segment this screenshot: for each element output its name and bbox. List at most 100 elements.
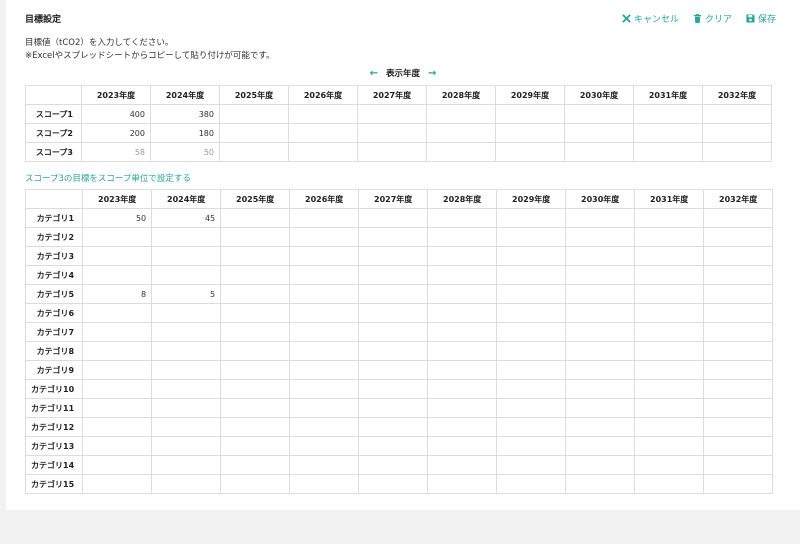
target-value-cell[interactable]	[151, 265, 222, 285]
target-value-cell[interactable]: 8	[82, 284, 153, 304]
target-value-cell[interactable]	[427, 303, 498, 323]
target-value-cell[interactable]	[82, 379, 153, 399]
target-value-cell[interactable]	[565, 322, 636, 342]
target-value-cell[interactable]	[151, 227, 222, 247]
target-value-cell[interactable]	[703, 436, 774, 456]
target-value-cell[interactable]	[151, 303, 222, 323]
target-value-cell[interactable]	[496, 379, 567, 399]
target-value-cell[interactable]	[82, 265, 153, 285]
target-value-cell[interactable]	[496, 417, 567, 437]
target-value-cell[interactable]	[427, 436, 498, 456]
target-value-cell[interactable]	[496, 474, 567, 494]
target-value-cell[interactable]	[82, 227, 153, 247]
target-value-cell[interactable]	[703, 322, 774, 342]
target-value-cell[interactable]	[565, 436, 636, 456]
target-value-cell[interactable]	[496, 265, 567, 285]
target-value-cell[interactable]	[565, 208, 636, 228]
target-value-cell[interactable]	[220, 436, 291, 456]
target-value-cell[interactable]	[496, 398, 567, 418]
target-value-cell[interactable]	[426, 123, 496, 143]
target-value-cell[interactable]	[220, 379, 291, 399]
target-value-cell[interactable]	[151, 246, 222, 266]
target-value-cell[interactable]	[565, 284, 636, 304]
target-value-cell[interactable]	[427, 474, 498, 494]
target-value-cell[interactable]	[82, 246, 153, 266]
target-value-cell[interactable]	[495, 104, 565, 124]
target-value-cell[interactable]	[220, 417, 291, 437]
target-value-cell[interactable]	[565, 417, 636, 437]
target-value-cell[interactable]	[358, 474, 429, 494]
target-value-cell[interactable]	[703, 474, 774, 494]
target-value-cell[interactable]	[496, 284, 567, 304]
prev-year-arrow-icon[interactable]: ←	[370, 68, 378, 79]
target-value-cell[interactable]	[219, 104, 289, 124]
target-value-cell[interactable]	[564, 104, 634, 124]
target-value-cell[interactable]	[288, 104, 358, 124]
target-value-cell[interactable]	[496, 246, 567, 266]
target-value-cell[interactable]	[82, 322, 153, 342]
target-value-cell[interactable]	[565, 265, 636, 285]
target-value-cell[interactable]	[703, 417, 774, 437]
target-value-cell[interactable]	[358, 322, 429, 342]
target-value-cell[interactable]	[702, 123, 772, 143]
target-value-cell[interactable]	[289, 379, 360, 399]
target-value-cell[interactable]	[220, 284, 291, 304]
target-value-cell[interactable]	[565, 246, 636, 266]
target-value-cell[interactable]	[151, 398, 222, 418]
target-value-cell[interactable]	[496, 227, 567, 247]
next-year-arrow-icon[interactable]: →	[428, 68, 436, 79]
target-value-cell[interactable]	[565, 341, 636, 361]
target-value-cell[interactable]	[427, 227, 498, 247]
target-value-cell[interactable]	[495, 123, 565, 143]
target-value-cell[interactable]	[703, 379, 774, 399]
target-value-cell[interactable]	[220, 246, 291, 266]
target-value-cell[interactable]	[82, 398, 153, 418]
target-value-cell[interactable]	[565, 227, 636, 247]
target-value-cell[interactable]	[151, 417, 222, 437]
target-value-cell[interactable]	[151, 474, 222, 494]
target-value-cell[interactable]: 45	[151, 208, 222, 228]
target-value-cell[interactable]	[151, 341, 222, 361]
target-value-cell[interactable]	[634, 341, 705, 361]
target-value-cell[interactable]	[82, 455, 153, 475]
target-value-cell[interactable]	[289, 398, 360, 418]
target-value-cell[interactable]	[358, 379, 429, 399]
target-value-cell[interactable]	[565, 474, 636, 494]
target-value-cell[interactable]	[82, 303, 153, 323]
target-value-cell[interactable]	[634, 417, 705, 437]
target-value-cell[interactable]	[289, 341, 360, 361]
target-value-cell[interactable]	[289, 417, 360, 437]
save-button[interactable]: 保存	[746, 12, 776, 25]
scope3-detail-link[interactable]: スコープ3の目標をスコープ単位で設定する	[25, 172, 191, 184]
target-value-cell[interactable]	[703, 455, 774, 475]
target-value-cell[interactable]	[496, 436, 567, 456]
target-value-cell[interactable]	[634, 474, 705, 494]
target-value-cell[interactable]	[427, 284, 498, 304]
target-value-cell[interactable]	[289, 303, 360, 323]
target-value-cell[interactable]: 200	[81, 123, 151, 143]
target-value-cell[interactable]	[702, 104, 772, 124]
target-value-cell[interactable]	[220, 227, 291, 247]
target-value-cell[interactable]	[703, 341, 774, 361]
target-value-cell[interactable]	[565, 379, 636, 399]
target-value-cell[interactable]	[289, 474, 360, 494]
target-value-cell[interactable]	[220, 322, 291, 342]
target-value-cell[interactable]	[151, 455, 222, 475]
target-value-cell[interactable]	[427, 417, 498, 437]
target-value-cell[interactable]	[634, 246, 705, 266]
target-value-cell[interactable]	[634, 322, 705, 342]
target-value-cell[interactable]	[151, 360, 222, 380]
target-value-cell[interactable]	[358, 436, 429, 456]
target-value-cell[interactable]	[289, 284, 360, 304]
target-value-cell[interactable]: 380	[150, 104, 220, 124]
target-value-cell[interactable]	[358, 417, 429, 437]
target-value-cell[interactable]	[358, 246, 429, 266]
target-value-cell[interactable]	[427, 322, 498, 342]
target-value-cell[interactable]	[220, 474, 291, 494]
target-value-cell[interactable]: 50	[82, 208, 153, 228]
target-value-cell[interactable]	[220, 208, 291, 228]
target-value-cell[interactable]	[358, 284, 429, 304]
target-value-cell[interactable]	[565, 360, 636, 380]
target-value-cell[interactable]	[82, 417, 153, 437]
cancel-button[interactable]: キャンセル	[622, 12, 679, 25]
